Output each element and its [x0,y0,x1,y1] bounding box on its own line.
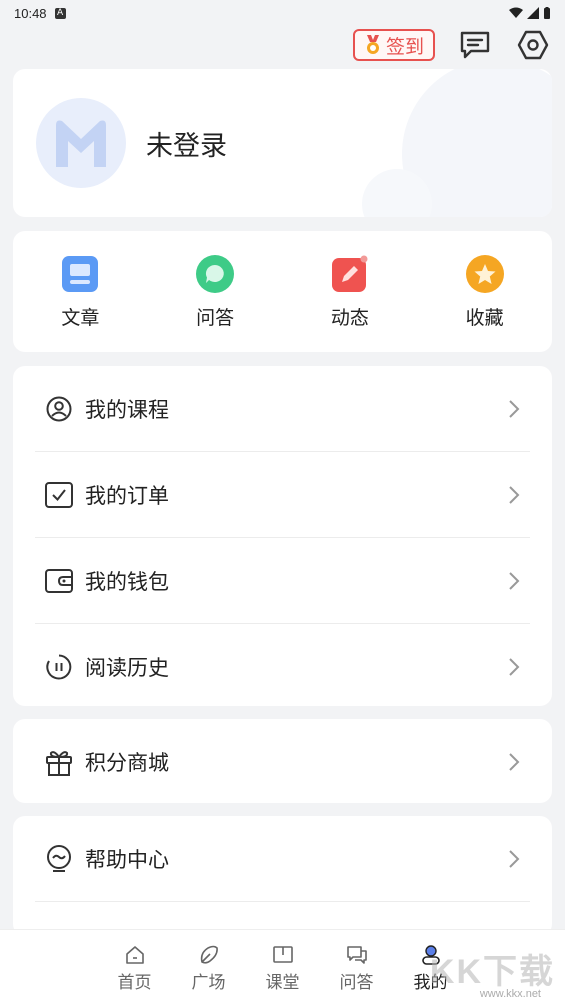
shortcut-favorites[interactable]: 收藏 [417,231,552,352]
shortcut-qa[interactable]: 问答 [148,231,283,352]
medal-icon [366,35,379,54]
menu-item-points-mall[interactable]: 积分商城 [13,719,552,803]
menu-group-account: 我的课程 我的订单 我的钱包 阅读历史 [13,366,552,706]
menu-item-my-wallet[interactable]: 我的钱包 [13,538,552,623]
menu-item-label: 我的订单 [85,483,169,508]
settings-icon [517,30,549,60]
menu-group-help: 帮助中心 [13,816,552,936]
chevron-right-icon [509,657,520,676]
top-actions: 签到 [352,27,551,63]
chevron-right-icon [509,399,520,418]
default-avatar-logo-icon [56,120,106,167]
menu-item-label: 帮助中心 [85,847,169,872]
notification-badge: A [54,7,66,19]
signin-label: 签到 [385,35,424,58]
signal-icon [527,7,539,19]
book-icon [272,946,293,963]
tab-plaza[interactable]: 广场 [172,930,246,1004]
menu-item-label: 积分商城 [85,750,169,775]
shortcut-label: 问答 [196,307,235,329]
shortcut-article[interactable]: 文章 [13,231,148,352]
menu-item-my-courses[interactable]: 我的课程 [13,366,552,451]
menu-item-my-orders[interactable]: 我的订单 [13,452,552,537]
menu-item-reading-history[interactable]: 阅读历史 [13,624,552,706]
home-icon [125,946,144,964]
star-icon [465,255,504,293]
message-button[interactable] [457,27,493,63]
tab-label: 问答 [339,973,374,993]
message-icon [460,31,490,59]
article-icon [62,256,99,292]
menu-item-help-center[interactable]: 帮助中心 [13,816,552,901]
chevron-right-icon [509,849,520,868]
watermark-logo: KK下载 [429,953,555,991]
shortcut-label: 收藏 [465,307,504,329]
user-circle-icon [46,396,72,421]
tab-label: 课堂 [265,973,300,993]
help-icon [47,844,71,872]
qa-icon [346,946,367,964]
watermark-url: www.kkx.net [479,988,541,1000]
avatar[interactable] [36,98,126,188]
shortcut-label: 文章 [61,307,100,329]
chevron-right-icon [509,571,520,590]
chat-bubble-icon [196,255,235,293]
status-icons [509,6,551,20]
chevron-right-icon [509,752,520,771]
login-status-text[interactable]: 未登录 [146,124,227,163]
pen-icon [331,255,368,292]
status-bar: 10:48 A [0,0,565,26]
tab-home[interactable]: 首页 [98,930,172,1004]
tab-label: 首页 [117,973,152,993]
settings-button[interactable] [515,27,551,63]
shortcut-moments[interactable]: 动态 [283,231,418,352]
tab-classroom[interactable]: 课堂 [246,930,320,1004]
chevron-right-icon [509,485,520,504]
checkbox-icon [45,481,73,508]
shortcut-label: 动态 [330,307,369,329]
status-time: 10:48 [14,5,47,21]
menu-item-label: 我的钱包 [85,569,169,594]
profile-card[interactable]: 未登录 [13,69,552,217]
tab-qa[interactable]: 问答 [320,930,394,1004]
divider [35,901,530,902]
wallet-icon [45,568,73,593]
gift-icon [46,750,72,776]
menu-group-points: 积分商城 [13,719,552,803]
wifi-icon [509,7,523,18]
menu-item-label: 我的课程 [85,397,169,422]
signin-button[interactable]: 签到 [352,29,435,61]
battery-icon [544,6,550,19]
plaza-icon [200,945,218,964]
shortcut-card: 文章 问答 动态 收藏 [13,231,552,352]
tab-label: 广场 [191,973,226,993]
history-icon [46,654,72,679]
menu-item-label: 阅读历史 [85,655,169,680]
